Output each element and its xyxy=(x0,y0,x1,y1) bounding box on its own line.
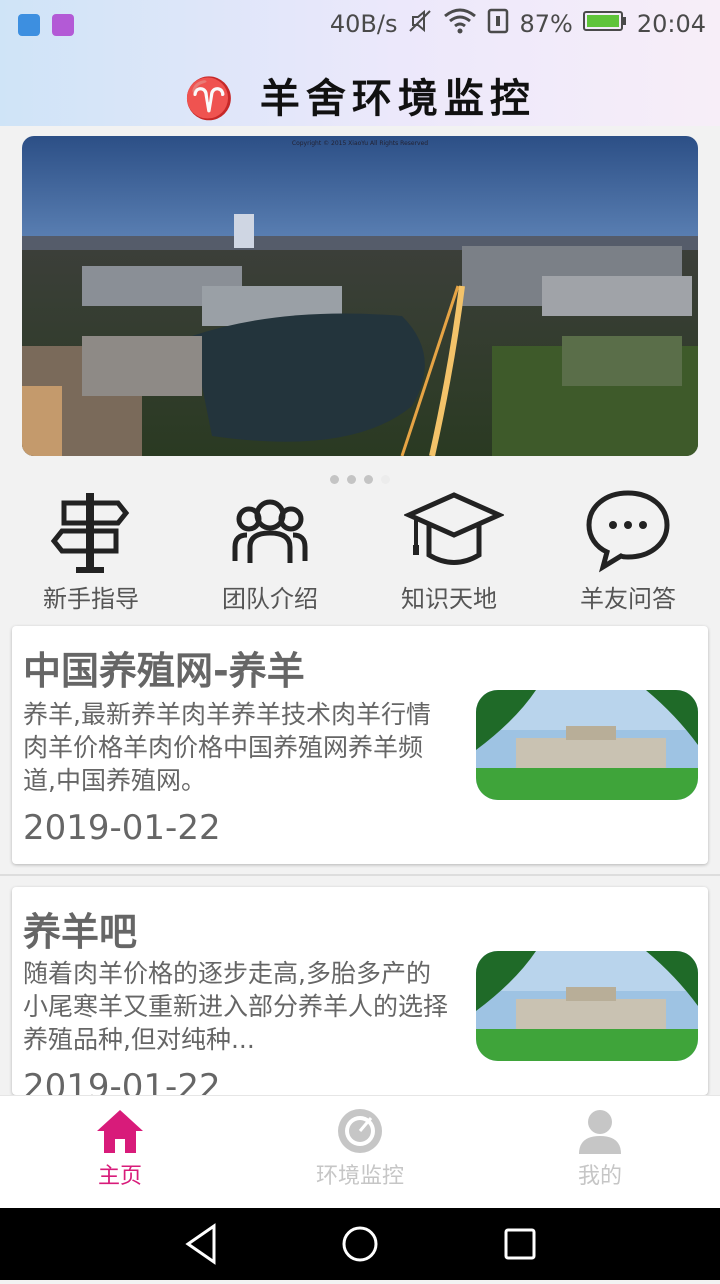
quick-nav-qa[interactable]: 羊友问答 xyxy=(548,485,708,614)
tab-profile[interactable]: 我的 xyxy=(520,1106,680,1190)
carousel-dot xyxy=(347,475,356,484)
clock: 20:04 xyxy=(636,10,706,38)
carousel-dot xyxy=(364,475,373,484)
article-desc: 养羊,最新养羊肉羊养羊技术肉羊行情肉羊价格羊肉价格中国养殖网养羊频道,中国养殖网… xyxy=(23,700,431,795)
tab-label: 我的 xyxy=(577,1164,622,1189)
sim-icon xyxy=(487,8,509,40)
tab-label: 环境监控 xyxy=(315,1164,404,1189)
quick-nav: 新手指导 团队介绍 知识天地 羊友问答 xyxy=(0,485,720,613)
page-title: ♈ 羊舍环境监控 xyxy=(184,75,536,122)
graduation-cap-icon xyxy=(402,485,506,575)
back-icon[interactable] xyxy=(185,1223,216,1265)
tab-home[interactable]: 主页 xyxy=(40,1106,200,1190)
wifi-icon xyxy=(443,8,477,40)
quick-nav-label: 团队介绍 xyxy=(222,585,318,613)
quick-nav-label: 新手指导 xyxy=(43,585,139,613)
user-icon xyxy=(575,1106,625,1156)
banner-carousel[interactable]: Copyright © 2015 XiaoYu All Rights Reser… xyxy=(22,136,698,456)
gallery-icon xyxy=(52,14,74,36)
article-thumbnail xyxy=(476,951,698,1061)
recents-icon[interactable] xyxy=(504,1228,536,1260)
mute-icon xyxy=(407,8,433,40)
chat-bubble-icon xyxy=(583,485,673,575)
divider xyxy=(0,874,720,876)
article-desc: 随着肉羊价格的逐步走高,多胎多产的小尾寒羊又重新进入部分养羊人的选择养殖品种,但… xyxy=(23,959,449,1054)
app-header: ♈ 羊舍环境监控 xyxy=(0,52,720,126)
quick-nav-label: 知识天地 xyxy=(401,585,497,613)
article-title: 中国养殖网-养羊 xyxy=(23,649,305,693)
battery-icon xyxy=(582,9,627,39)
article-title: 养羊吧 xyxy=(23,910,138,954)
article-card[interactable]: 养羊吧 随着肉羊价格的逐步走高,多胎多产的小尾寒羊又重新进入部分养羊人的选择养殖… xyxy=(12,887,708,1095)
quick-nav-guide[interactable]: 新手指导 xyxy=(11,485,171,614)
article-thumbnail xyxy=(476,690,698,800)
article-date: 2019-01-22 xyxy=(23,808,221,848)
home-icon xyxy=(95,1106,145,1156)
system-nav-bar xyxy=(0,1208,720,1280)
carousel-dot xyxy=(381,475,390,484)
usb-icon xyxy=(18,14,40,36)
quick-nav-team[interactable]: 团队介绍 xyxy=(190,485,350,614)
article-card[interactable]: 中国养殖网-养羊 养羊,最新养羊肉羊养羊技术肉羊行情肉羊价格羊肉价格中国养殖网养… xyxy=(12,626,708,864)
carousel-indicator xyxy=(330,475,390,484)
banner-copyright: Copyright © 2015 XiaoYu All Rights Reser… xyxy=(291,140,429,147)
signpost-icon xyxy=(46,485,136,575)
tab-monitor[interactable]: 环境监控 xyxy=(280,1106,440,1190)
article-date: 2019-01-22 xyxy=(23,1067,221,1095)
tab-label: 主页 xyxy=(97,1164,142,1189)
carousel-dot xyxy=(330,475,339,484)
quick-nav-knowledge[interactable]: 知识天地 xyxy=(369,485,529,614)
quick-nav-label: 羊友问答 xyxy=(580,585,676,613)
bottom-tab-bar: 主页 环境监控 我的 xyxy=(0,1095,720,1209)
home-button-icon[interactable] xyxy=(342,1226,378,1262)
status-bar: 40B/s 87% 20:04 xyxy=(0,0,720,52)
team-icon xyxy=(225,485,315,575)
gauge-icon xyxy=(335,1106,385,1156)
battery-percent: 87% xyxy=(519,10,573,38)
net-speed: 40B/s xyxy=(329,10,398,38)
banner-image xyxy=(22,136,698,456)
